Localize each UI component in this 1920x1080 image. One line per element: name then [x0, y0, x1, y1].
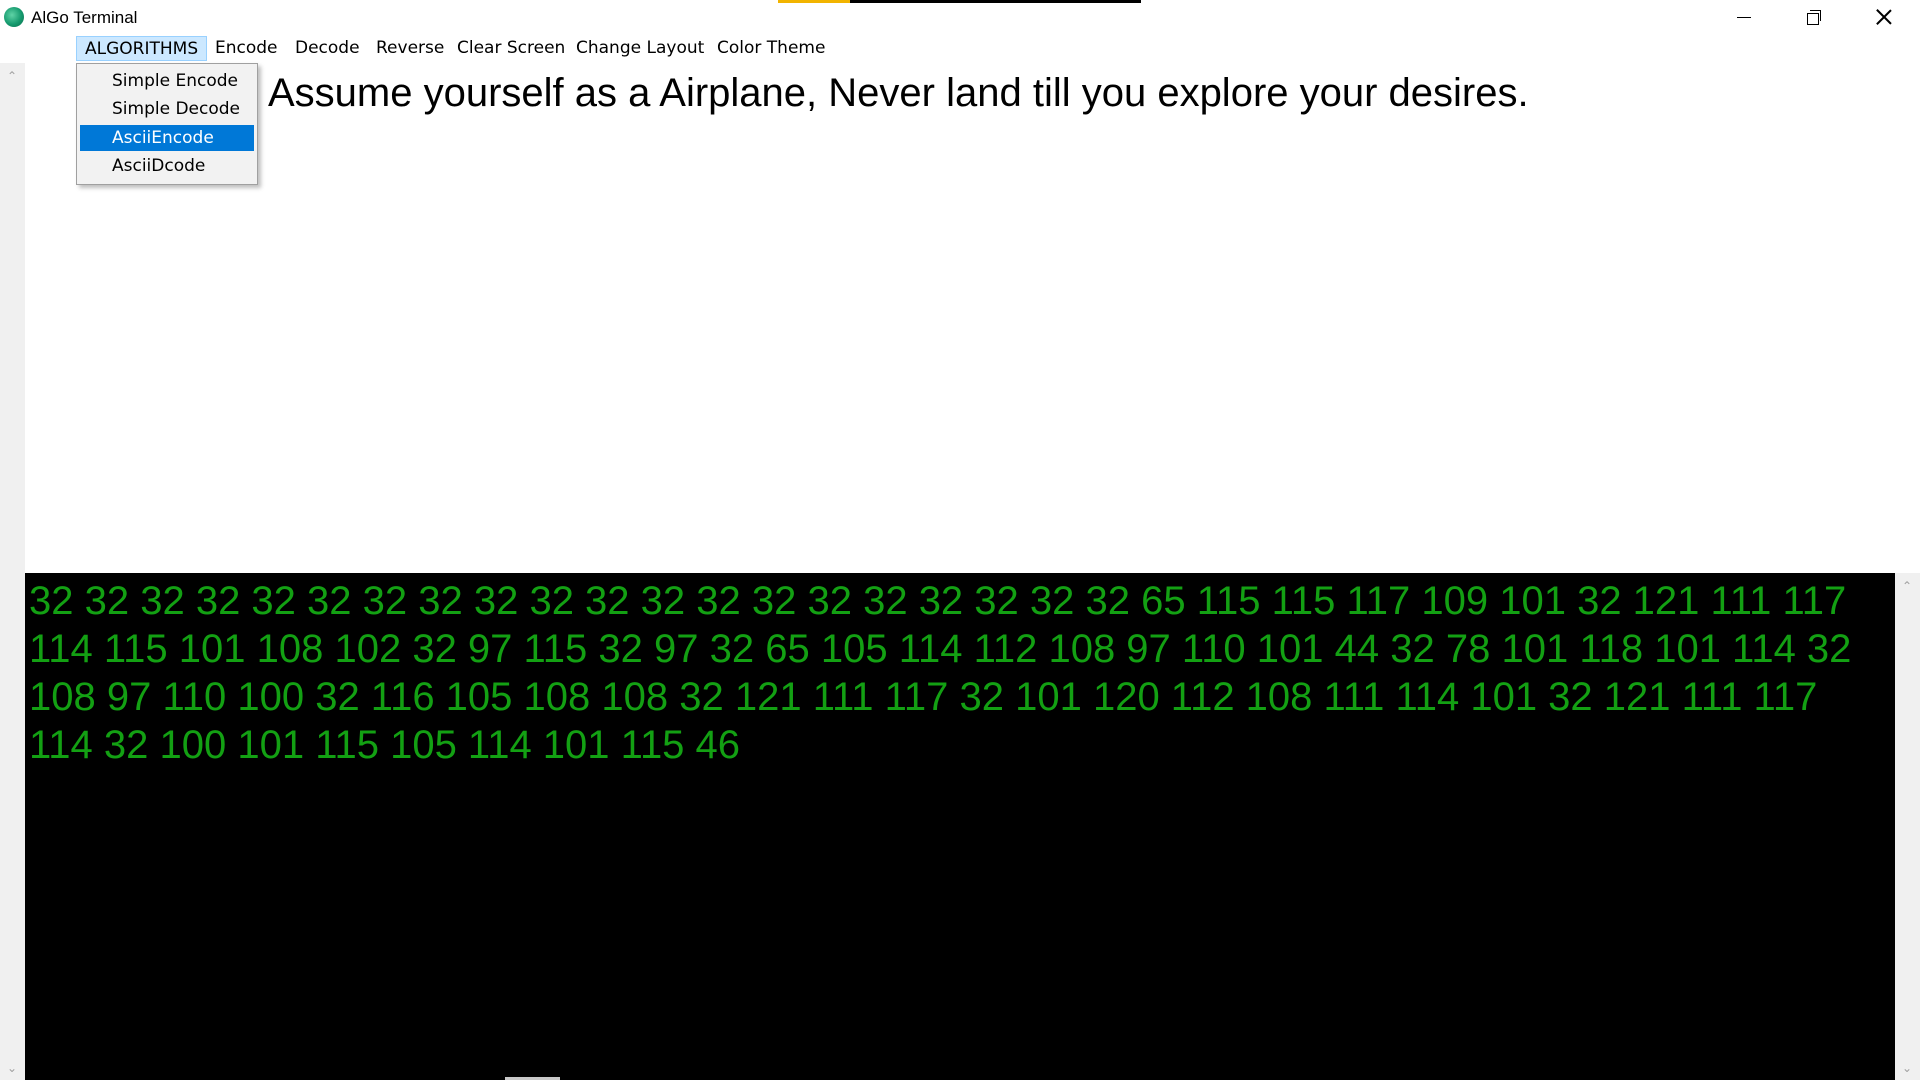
right-scrollbar[interactable]: ⌃ ⌄ — [1895, 573, 1920, 1080]
app-window: AlGo Terminal ALGORITHMS Encode Decode R… — [0, 0, 1920, 1080]
close-button[interactable] — [1849, 0, 1919, 34]
menu-clear-screen[interactable]: Clear Screen — [449, 36, 573, 61]
algorithms-dropdown: Simple Encode Simple Decode AsciiEncode … — [76, 63, 258, 185]
menu-change-layout[interactable]: Change Layout — [568, 36, 712, 61]
input-textarea[interactable]: Assume yourself as a Airplane, Never lan… — [25, 63, 1895, 573]
output-terminal[interactable]: 32 32 32 32 32 32 32 32 32 32 32 32 32 3… — [25, 573, 1895, 1080]
menu-reverse[interactable]: Reverse — [368, 36, 452, 61]
menu-decode[interactable]: Decode — [287, 36, 368, 61]
scroll-down-icon[interactable]: ⌄ — [1902, 1062, 1912, 1074]
scroll-up-icon[interactable]: ⌃ — [7, 70, 17, 82]
title-accent-bar-dark — [850, 0, 1141, 3]
scroll-up-icon[interactable]: ⌃ — [1902, 580, 1912, 592]
restore-button[interactable] — [1779, 0, 1849, 34]
menu-item-simple-encode[interactable]: Simple Encode — [80, 68, 254, 94]
menu-item-ascii-encode[interactable]: AsciiEncode — [80, 125, 254, 151]
menu-item-ascii-decode[interactable]: AsciiDcode — [80, 153, 254, 179]
menu-color-theme[interactable]: Color Theme — [709, 36, 833, 61]
title-accent-bar — [778, 0, 850, 3]
menu-item-simple-decode[interactable]: Simple Decode — [80, 96, 254, 122]
right-margin — [1895, 63, 1920, 573]
minimize-icon — [1737, 16, 1751, 18]
window-title: AlGo Terminal — [31, 8, 138, 27]
menu-bar: ALGORITHMS Encode Decode Reverse Clear S… — [0, 34, 1920, 64]
output-text: 32 32 32 32 32 32 32 32 32 32 32 32 32 3… — [29, 579, 1852, 767]
minimize-button[interactable] — [1709, 0, 1779, 34]
menu-encode[interactable]: Encode — [207, 36, 286, 61]
scroll-down-icon[interactable]: ⌄ — [7, 1062, 17, 1074]
input-text: Assume yourself as a Airplane, Never lan… — [268, 71, 1529, 115]
close-icon — [1876, 9, 1892, 25]
title-bar[interactable]: AlGo Terminal — [0, 0, 1920, 34]
restore-icon — [1807, 10, 1821, 25]
left-scrollbar[interactable]: ⌃ ⌄ — [0, 63, 25, 1080]
menu-algorithms[interactable]: ALGORITHMS — [76, 36, 208, 61]
app-logo-icon — [4, 7, 24, 27]
